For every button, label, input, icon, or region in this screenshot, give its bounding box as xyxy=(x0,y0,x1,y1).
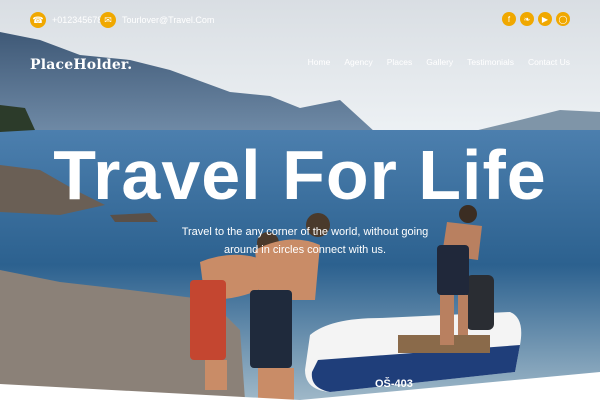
nav-home[interactable]: Home xyxy=(308,57,331,67)
nav-agency[interactable]: Agency xyxy=(344,57,372,67)
brand-logo[interactable]: PlaceHolder. xyxy=(30,57,132,73)
nav-gallery[interactable]: Gallery xyxy=(426,57,453,67)
instagram-icon[interactable]: ◯ xyxy=(556,12,570,26)
email-contact[interactable]: ✉ Tourlover@Travel.Com xyxy=(100,12,214,28)
youtube-icon[interactable]: ▶ xyxy=(538,12,552,26)
mail-icon: ✉ xyxy=(100,12,116,28)
hero-subtitle: Travel to the any corner of the world, w… xyxy=(181,226,429,256)
email-address: Tourlover@Travel.Com xyxy=(122,15,215,25)
facebook-icon[interactable]: f xyxy=(502,12,516,26)
top-contact-bar: ☎ +0123456789 ✉ Tourlover@Travel.Com f ❧… xyxy=(0,12,600,36)
main-nav: Home Agency Places Gallery Testimonials … xyxy=(308,57,570,67)
hero-headline: Travel For Life xyxy=(53,136,547,214)
phone-icon: ☎ xyxy=(30,12,46,28)
boat-motor xyxy=(466,275,494,330)
phone-contact[interactable]: ☎ +0123456789 xyxy=(30,12,107,28)
bottom-wave-divider xyxy=(0,372,600,400)
social-links: f ❧ ▶ ◯ xyxy=(502,12,570,26)
nav-contact-us[interactable]: Contact Us xyxy=(528,57,570,67)
twitter-icon[interactable]: ❧ xyxy=(520,12,534,26)
nav-testimonials[interactable]: Testimonials xyxy=(467,57,514,67)
nav-places[interactable]: Places xyxy=(387,57,413,67)
